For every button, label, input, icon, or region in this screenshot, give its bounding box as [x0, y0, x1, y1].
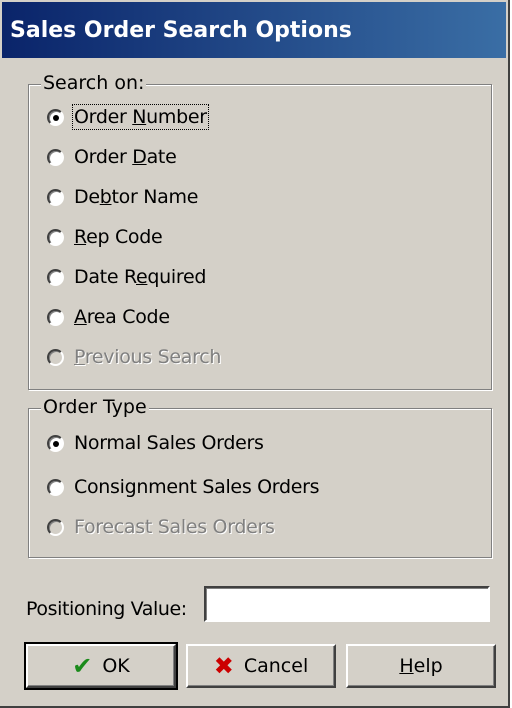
ok-button[interactable]: ✔ OK	[24, 642, 178, 690]
x-icon: ✖	[213, 652, 234, 680]
radio-normal-sales-orders[interactable]: Normal Sales Orders	[47, 427, 264, 459]
radio-area-code[interactable]: Area Code	[47, 301, 170, 333]
window-title: Sales Order Search Options	[10, 17, 352, 43]
radio-button[interactable]	[47, 148, 64, 166]
radio-button[interactable]	[47, 268, 64, 286]
radio-label: Rep Code	[74, 226, 163, 248]
radio-button	[47, 518, 64, 536]
radio-label: Order Date	[74, 146, 177, 168]
radio-debtor-name[interactable]: Debtor Name	[47, 181, 198, 213]
search-options-dialog: Sales Order Search Options Search on: Or…	[0, 0, 510, 708]
search-on-legend: Search on:	[41, 72, 147, 94]
help-button[interactable]: Help	[346, 644, 496, 688]
ok-button-label: OK	[102, 655, 130, 677]
order-type-legend: Order Type	[41, 396, 149, 418]
radio-label: Previous Search	[74, 346, 222, 368]
radio-button[interactable]	[47, 108, 64, 126]
cancel-button[interactable]: ✖ Cancel	[186, 644, 336, 688]
radio-date-required[interactable]: Date Required	[47, 261, 206, 293]
radio-forecast-sales-orders: Forecast Sales Orders	[47, 511, 275, 543]
radio-button[interactable]	[47, 308, 64, 326]
radio-button[interactable]	[47, 188, 64, 206]
radio-label: Consignment Sales Orders	[74, 476, 320, 498]
help-button-label: Help	[399, 655, 443, 677]
radio-button[interactable]	[47, 478, 64, 496]
cancel-button-label: Cancel	[243, 655, 309, 677]
radio-label: Date Required	[74, 266, 207, 288]
radio-button[interactable]	[47, 434, 64, 452]
radio-button	[47, 348, 64, 366]
radio-previous-search: Previous Search	[47, 341, 221, 373]
radio-label: Order Number	[72, 104, 209, 130]
radio-order-number[interactable]: Order Number	[47, 101, 209, 133]
positioning-value-input[interactable]	[204, 586, 490, 622]
search-on-group: Search on: Order Number Order Date Debto…	[28, 72, 492, 390]
radio-order-date[interactable]: Order Date	[47, 141, 177, 173]
radio-label: Normal Sales Orders	[74, 432, 264, 454]
radio-button[interactable]	[47, 228, 64, 246]
title-bar[interactable]: Sales Order Search Options	[2, 2, 506, 58]
radio-rep-code[interactable]: Rep Code	[47, 221, 163, 253]
radio-label: Debtor Name	[74, 186, 199, 208]
positioning-value-label: Positioning Value:	[26, 598, 187, 620]
order-type-group: Order Type Normal Sales Orders Consignme…	[28, 396, 492, 558]
radio-label: Forecast Sales Orders	[74, 516, 275, 538]
radio-consignment-sales-orders[interactable]: Consignment Sales Orders	[47, 471, 320, 503]
radio-label: Area Code	[74, 306, 170, 328]
checkmark-icon: ✔	[72, 652, 93, 680]
